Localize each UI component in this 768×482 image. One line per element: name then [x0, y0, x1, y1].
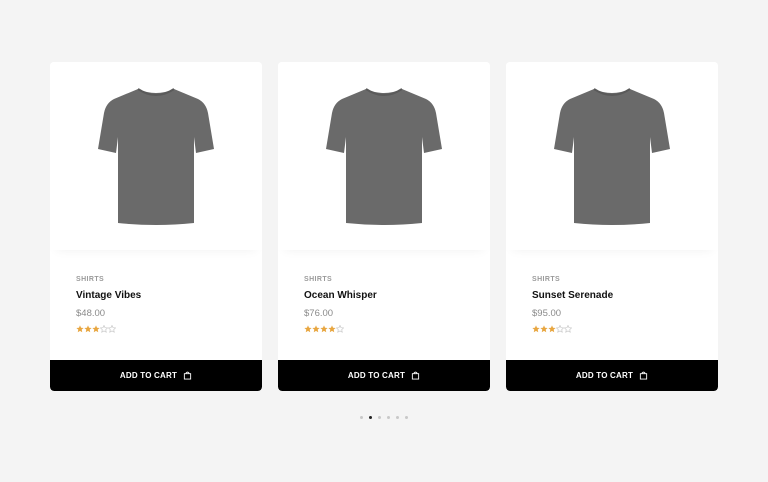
add-to-cart-button[interactable]: ADD TO CART	[50, 360, 262, 391]
product-name[interactable]: Vintage Vibes	[76, 290, 242, 301]
star-filled-icon	[92, 325, 100, 333]
add-to-cart-label: ADD TO CART	[575, 371, 634, 380]
add-to-cart-label: ADD TO CART	[119, 371, 178, 380]
product-name[interactable]: Sunset Serenade	[532, 290, 698, 301]
pagination-dot[interactable]	[369, 416, 372, 419]
star-empty-icon	[564, 325, 572, 333]
pagination-dot[interactable]	[387, 416, 390, 419]
star-empty-icon	[556, 325, 564, 333]
product-card: SHIRTS Sunset Serenade $95.00 ADD TO CAR…	[506, 62, 718, 391]
add-to-cart-label: ADD TO CART	[347, 371, 406, 380]
star-filled-icon	[76, 325, 84, 333]
add-to-cart-button[interactable]: ADD TO CART	[506, 360, 718, 391]
star-empty-icon	[336, 325, 344, 333]
star-filled-icon	[532, 325, 540, 333]
tshirt-icon	[554, 88, 670, 225]
product-rating	[304, 325, 470, 333]
carousel-pagination	[0, 416, 768, 419]
product-price: $76.00	[304, 308, 334, 319]
star-filled-icon	[328, 325, 336, 333]
star-filled-icon	[320, 325, 328, 333]
star-filled-icon	[312, 325, 320, 333]
shopping-bag-icon	[411, 371, 420, 380]
product-image[interactable]	[50, 62, 262, 250]
add-to-cart-button[interactable]: ADD TO CART	[278, 360, 490, 391]
product-name[interactable]: Ocean Whisper	[304, 290, 470, 301]
shopping-bag-icon	[639, 371, 648, 380]
star-filled-icon	[84, 325, 92, 333]
star-empty-icon	[100, 325, 108, 333]
product-carousel: SHIRTS Vintage Vibes $48.00 ADD TO CART …	[50, 62, 718, 391]
pagination-dot[interactable]	[360, 416, 363, 419]
product-rating	[532, 325, 698, 333]
product-image[interactable]	[278, 62, 490, 250]
product-category: SHIRTS	[76, 276, 105, 283]
product-image[interactable]	[506, 62, 718, 250]
pagination-dot[interactable]	[405, 416, 408, 419]
star-filled-icon	[548, 325, 556, 333]
tshirt-icon	[326, 88, 442, 225]
product-category: SHIRTS	[532, 276, 561, 283]
product-card: SHIRTS Ocean Whisper $76.00 ADD TO CART	[278, 62, 490, 391]
shopping-bag-icon	[183, 371, 192, 380]
pagination-dot[interactable]	[378, 416, 381, 419]
star-filled-icon	[540, 325, 548, 333]
pagination-dot[interactable]	[396, 416, 399, 419]
product-card: SHIRTS Vintage Vibes $48.00 ADD TO CART	[50, 62, 262, 391]
star-empty-icon	[108, 325, 116, 333]
product-category: SHIRTS	[304, 276, 333, 283]
star-filled-icon	[304, 325, 312, 333]
product-rating	[76, 325, 242, 333]
tshirt-icon	[98, 88, 214, 225]
product-price: $48.00	[76, 308, 106, 319]
product-price: $95.00	[532, 308, 562, 319]
